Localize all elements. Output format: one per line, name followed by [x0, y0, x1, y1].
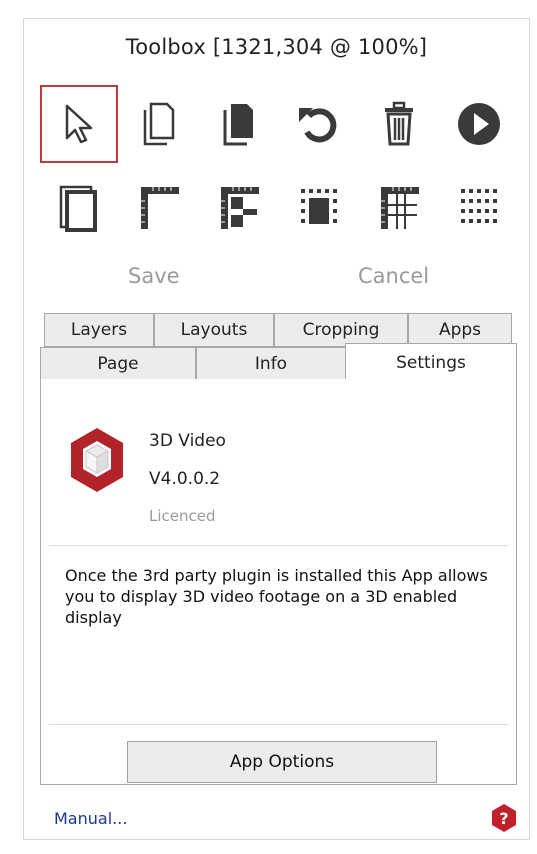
- divider: [49, 545, 508, 546]
- app-description: Once the 3rd party plugin is installed t…: [65, 566, 488, 627]
- play-button[interactable]: [440, 85, 518, 163]
- app-3d-video-icon: [65, 425, 129, 499]
- app-name: 3D Video: [149, 431, 226, 451]
- fill-grid-icon: [297, 183, 341, 233]
- ruler-grid-button[interactable]: [360, 169, 438, 247]
- ruler-corner-button[interactable]: [120, 169, 198, 247]
- license-status: Licenced: [149, 507, 216, 525]
- app-settings-pane: 3D Video V4.0.0.2 Licenced Once the 3rd …: [40, 379, 517, 785]
- toolbox-title: Toolbox [1321,304 @ 100%]: [125, 35, 428, 59]
- page-frame-button[interactable]: [40, 169, 118, 247]
- play-icon: [456, 101, 502, 147]
- delete-button[interactable]: [360, 85, 438, 163]
- tab-layers[interactable]: Layers: [44, 313, 154, 347]
- tab-info[interactable]: Info: [196, 347, 346, 381]
- divider: [49, 724, 508, 725]
- ruler-split-icon: [217, 183, 261, 233]
- cancel-button[interactable]: Cancel: [358, 264, 429, 288]
- fill-grid-button[interactable]: [280, 169, 358, 247]
- dot-grid-icon: [457, 183, 501, 233]
- copy-pages-icon: [219, 100, 259, 148]
- page-frame-icon: [57, 183, 101, 233]
- ruler-grid-icon: [377, 183, 421, 233]
- undo-icon: [295, 102, 343, 146]
- pointer-tool-button[interactable]: [40, 85, 118, 163]
- app-options-button[interactable]: App Options: [127, 741, 437, 783]
- pointer-icon: [59, 102, 99, 146]
- new-page-icon: [139, 100, 179, 148]
- tab-apps[interactable]: Apps: [408, 313, 512, 347]
- dot-grid-button[interactable]: [440, 169, 518, 247]
- tab-layouts[interactable]: Layouts: [154, 313, 274, 347]
- copy-pages-button[interactable]: [200, 85, 278, 163]
- delete-icon: [379, 100, 419, 148]
- ruler-split-button[interactable]: [200, 169, 278, 247]
- ruler-corner-icon: [137, 183, 181, 233]
- tab-settings[interactable]: Settings: [345, 343, 517, 381]
- svg-text:?: ?: [499, 809, 508, 828]
- save-button[interactable]: Save: [128, 264, 180, 288]
- manual-link[interactable]: Manual...: [54, 809, 127, 828]
- undo-button[interactable]: [280, 85, 358, 163]
- help-icon[interactable]: ?: [490, 803, 518, 837]
- toolbox-panel: Toolbox [1321,304 @ 100%] Save Cancel La…: [23, 18, 530, 840]
- tab-cropping[interactable]: Cropping: [274, 313, 408, 347]
- new-page-button[interactable]: [120, 85, 198, 163]
- tab-page[interactable]: Page: [40, 347, 196, 381]
- app-version: V4.0.0.2: [149, 469, 221, 489]
